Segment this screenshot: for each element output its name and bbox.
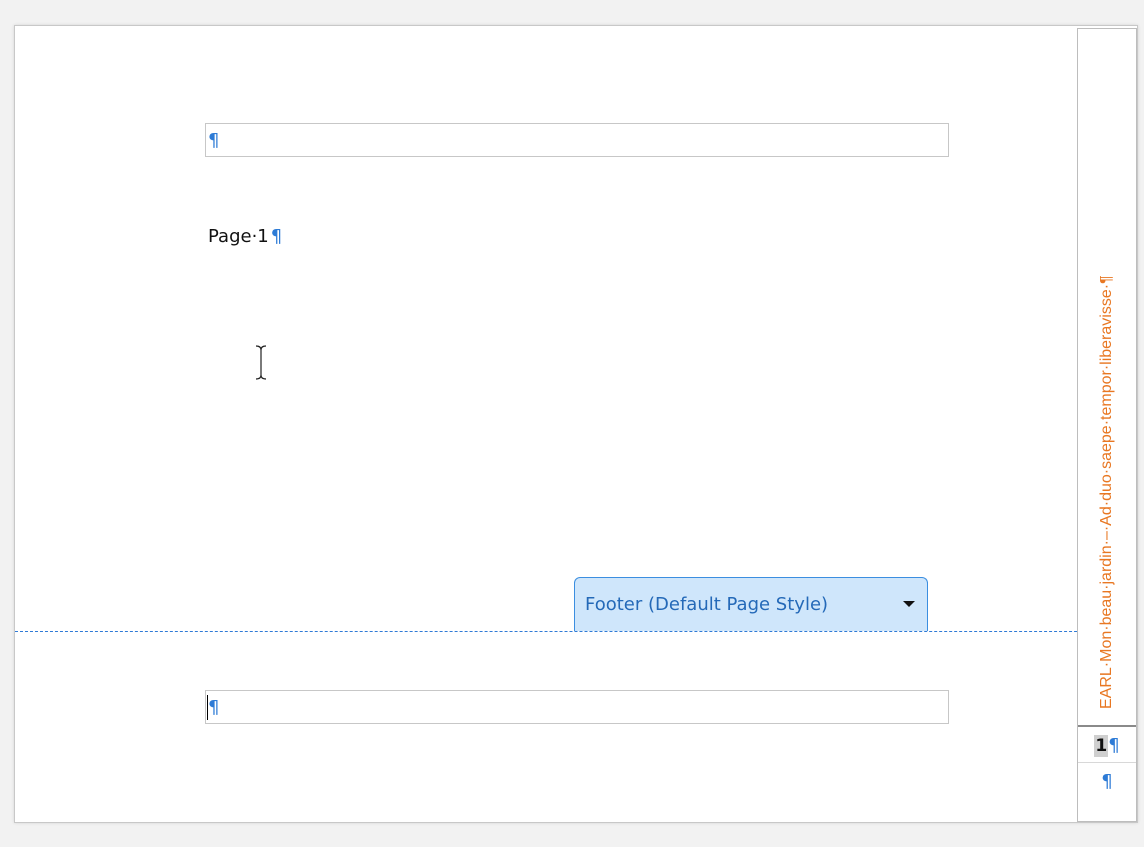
header-paragraph[interactable]: ¶: [205, 123, 949, 157]
text-cursor-icon: [255, 345, 267, 380]
footer-tab-label: Footer (Default Page Style): [585, 594, 829, 615]
paragraph-mark: ¶: [208, 130, 220, 151]
paragraph-mark: ¶: [1108, 734, 1120, 756]
body-text: Page·1: [208, 226, 269, 247]
paragraph-mark: ¶: [1101, 771, 1113, 792]
chevron-down-icon[interactable]: [903, 601, 915, 607]
empty-cell[interactable]: ¶: [1078, 765, 1136, 799]
footer-divider: [15, 631, 1137, 632]
vertical-text: EARL·Mon·beau·jardin·–·Ad·duo·saepe·temp…: [1098, 275, 1115, 709]
page-number-field: 1: [1094, 734, 1109, 757]
paragraph-mark: ¶: [270, 226, 283, 247]
vertical-text-area: EARL·Mon·beau·jardin·–·Ad·duo·saepe·temp…: [1078, 29, 1136, 725]
side-text-frame[interactable]: EARL·Mon·beau·jardin·–·Ad·duo·saepe·temp…: [1077, 28, 1137, 822]
frame-divider: [1078, 725, 1136, 727]
page-number-cell[interactable]: 1 ¶: [1078, 729, 1136, 763]
document-page[interactable]: ¶ Page·1 ¶ Footer (Default Page Style) ¶ …: [14, 25, 1138, 823]
footer-tab[interactable]: Footer (Default Page Style): [574, 577, 928, 631]
body-paragraph[interactable]: Page·1 ¶: [208, 226, 282, 247]
footer-paragraph[interactable]: ¶: [205, 690, 949, 724]
paragraph-mark: ¶: [208, 697, 220, 718]
